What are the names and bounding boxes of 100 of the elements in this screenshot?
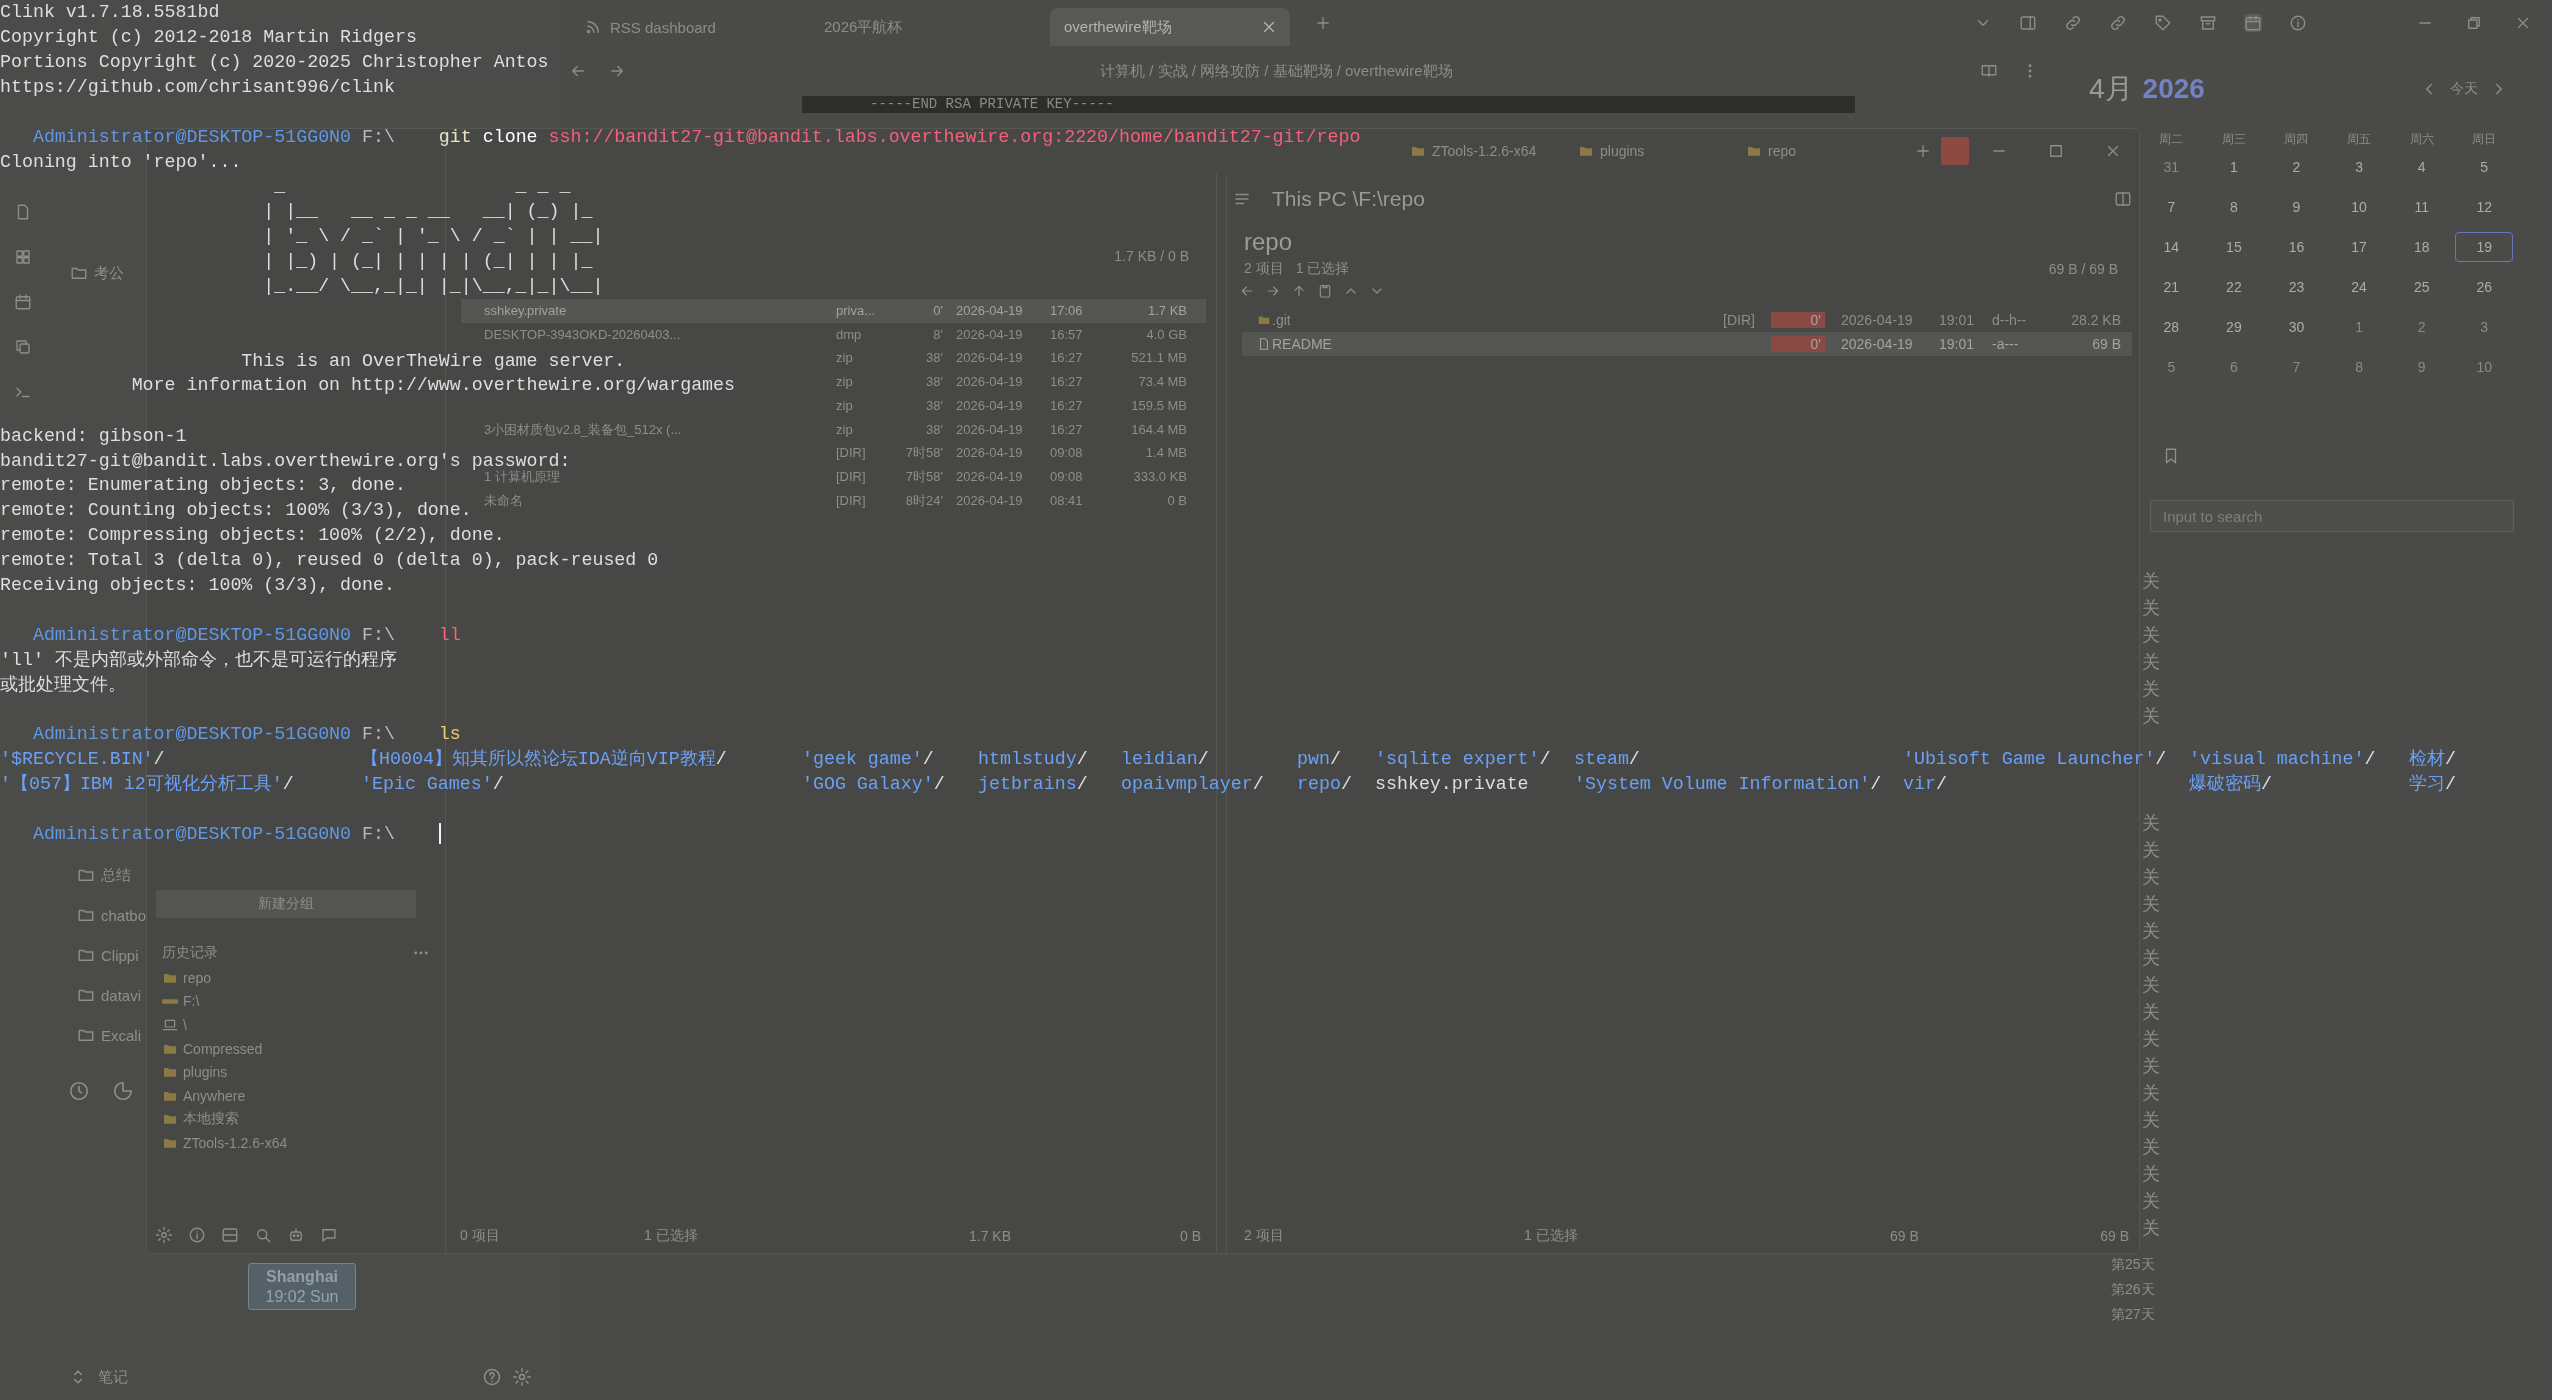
calendar-day[interactable]: 24 bbox=[2330, 272, 2389, 302]
folder-label[interactable]: 总结 bbox=[101, 865, 131, 885]
settings-icon[interactable] bbox=[155, 1226, 173, 1244]
browser-tab[interactable]: 2026平航杯 bbox=[810, 8, 1050, 46]
calendar-day[interactable]: 16 bbox=[2267, 232, 2326, 262]
toggle-button[interactable] bbox=[1941, 137, 1969, 165]
folder-label[interactable]: Clippi bbox=[101, 946, 139, 964]
browser-tab[interactable]: overthewire靶场 bbox=[1050, 8, 1290, 46]
calendar-icon[interactable] bbox=[2244, 14, 2262, 32]
calendar-day[interactable]: 22 bbox=[2204, 272, 2263, 302]
calendar-day[interactable]: 10 bbox=[2455, 352, 2514, 382]
folder-label[interactable]: Excali bbox=[101, 1026, 141, 1044]
calendar-day[interactable]: 4 bbox=[2392, 152, 2451, 182]
book-icon[interactable] bbox=[1980, 62, 1998, 80]
up-icon[interactable] bbox=[1291, 283, 1307, 299]
file-name: 3小困材质包v2.8_装备包_512x (... bbox=[484, 422, 683, 437]
history-item[interactable]: repo bbox=[147, 966, 445, 990]
calendar-day[interactable]: 1 bbox=[2204, 152, 2263, 182]
calendar-day[interactable]: 3 bbox=[2455, 312, 2514, 342]
pie-chart-icon[interactable] bbox=[112, 1080, 134, 1102]
calendar-day[interactable]: 17 bbox=[2330, 232, 2389, 262]
grid-icon[interactable] bbox=[14, 248, 32, 266]
tag-icon[interactable] bbox=[2154, 14, 2172, 32]
history-item[interactable]: plugins bbox=[147, 1060, 445, 1084]
calendar-day[interactable]: 6 bbox=[2204, 352, 2263, 382]
calendar-day[interactable]: 7 bbox=[2142, 192, 2201, 222]
calendar-day[interactable]: 14 bbox=[2142, 232, 2201, 262]
calendar-day[interactable]: 1 bbox=[2330, 312, 2389, 342]
info-icon[interactable] bbox=[2289, 14, 2307, 32]
folder-tab[interactable]: ZTools-1.2.6-x64 bbox=[1410, 143, 1578, 159]
calendar-day[interactable]: 9 bbox=[2392, 352, 2451, 382]
copy-icon[interactable] bbox=[14, 338, 32, 356]
calendar-day[interactable]: 28 bbox=[2142, 312, 2201, 342]
directory-entry: '【057】IBM i2可视化分析工具'/ bbox=[0, 772, 294, 796]
file-row[interactable]: sshkey.private priva... 0' 2026-04-19 17:06 1.7 KB bbox=[461, 299, 1206, 323]
calendar-day[interactable]: 18 bbox=[2392, 232, 2451, 262]
folder-tab[interactable]: plugins bbox=[1578, 143, 1746, 159]
today-button[interactable]: 今天 bbox=[2450, 80, 2478, 98]
calendar-day[interactable]: 5 bbox=[2142, 352, 2201, 382]
sidebar-icon[interactable] bbox=[2019, 14, 2037, 32]
calendar-day[interactable]: 7 bbox=[2267, 352, 2326, 382]
calendar-icon[interactable] bbox=[14, 293, 32, 311]
folder-tab[interactable]: repo bbox=[1746, 143, 1914, 159]
calendar-day[interactable]: 2 bbox=[2392, 312, 2451, 342]
history-item[interactable]: F:\ bbox=[147, 989, 445, 1014]
calendar-day[interactable]: 21 bbox=[2142, 272, 2201, 302]
settings-icon[interactable] bbox=[512, 1367, 532, 1387]
clock-icon[interactable] bbox=[68, 1080, 90, 1102]
notes-label[interactable]: 笔记 bbox=[98, 1367, 128, 1387]
status-text: 1 已选择 bbox=[1524, 1227, 1579, 1245]
clipboard-icon[interactable] bbox=[1317, 283, 1333, 299]
calendar-day[interactable]: 5 bbox=[2455, 152, 2514, 182]
folder-label[interactable]: chatbo bbox=[101, 906, 147, 924]
restore-icon[interactable] bbox=[2465, 14, 2483, 32]
calendar-day[interactable]: 15 bbox=[2204, 232, 2263, 262]
calendar-day[interactable]: 3 bbox=[2330, 152, 2389, 182]
maximize-icon[interactable] bbox=[2047, 142, 2065, 160]
chat-icon[interactable] bbox=[320, 1226, 338, 1244]
history-item[interactable]: 本地搜索 bbox=[147, 1107, 445, 1132]
link-icon[interactable] bbox=[2109, 14, 2127, 32]
back-icon[interactable] bbox=[1239, 283, 1255, 299]
file-row[interactable]: .git [DIR] 0' 2026-04-19 19:01 d--h-- 28.2 KB bbox=[1242, 308, 2132, 332]
plus-icon[interactable] bbox=[1914, 142, 1932, 160]
calendar-day[interactable]: 9 bbox=[2267, 192, 2326, 222]
calendar-day[interactable]: 31 bbox=[2142, 152, 2201, 182]
calendar-day[interactable]: 2 bbox=[2267, 152, 2326, 182]
link-icon[interactable] bbox=[2064, 14, 2082, 32]
calendar-day[interactable]: 12 bbox=[2455, 192, 2514, 222]
history-item[interactable]: ZTools-1.2.6-x64 bbox=[147, 1131, 445, 1155]
file-row[interactable]: README 0' 2026-04-19 19:01 -a--- 69 B bbox=[1242, 331, 2132, 356]
calendar-day[interactable]: 26 bbox=[2455, 272, 2514, 302]
calendar-day[interactable]: 29 bbox=[2204, 312, 2263, 342]
list-label: 关 bbox=[2142, 1082, 2160, 1105]
robot-icon[interactable] bbox=[287, 1226, 305, 1244]
folder-label[interactable]: 考公 bbox=[94, 263, 124, 283]
calendar-day[interactable]: 8 bbox=[2330, 352, 2389, 382]
history-item[interactable]: \ bbox=[147, 1013, 445, 1037]
calendar-day[interactable]: 11 bbox=[2392, 192, 2451, 222]
history-item[interactable]: Anywhere bbox=[147, 1083, 445, 1108]
archive-icon[interactable] bbox=[2199, 14, 2217, 32]
calendar-day[interactable]: 8 bbox=[2204, 192, 2263, 222]
forward-icon[interactable] bbox=[1265, 283, 1281, 299]
calendar-day[interactable]: 10 bbox=[2330, 192, 2389, 222]
history-item[interactable]: Compressed bbox=[147, 1036, 445, 1061]
calendar-day[interactable]: 30 bbox=[2267, 312, 2326, 342]
layout-icon[interactable] bbox=[221, 1226, 239, 1244]
calendar-day[interactable]: 23 bbox=[2267, 272, 2326, 302]
breadcrumb[interactable]: 计算机 / 实战 / 网络攻防 / 基础靶场 / overthewire靶场 bbox=[1100, 61, 1453, 81]
info-icon[interactable] bbox=[188, 1226, 206, 1244]
file-date: 2026-04-19 bbox=[955, 398, 1024, 413]
year-label: 2026 bbox=[2142, 73, 2205, 105]
calendar-day[interactable]: 25 bbox=[2392, 272, 2451, 302]
search-icon[interactable] bbox=[254, 1226, 272, 1244]
folder-label[interactable]: datavi bbox=[101, 986, 142, 1004]
calendar-day[interactable]: 19 bbox=[2455, 232, 2514, 262]
columns-icon[interactable] bbox=[2114, 190, 2132, 208]
plus-icon[interactable] bbox=[1314, 14, 1332, 32]
browser-tab[interactable]: RSS dashboard bbox=[570, 8, 810, 46]
help-icon[interactable] bbox=[482, 1367, 502, 1387]
list-label: 关 bbox=[2142, 1136, 2160, 1159]
